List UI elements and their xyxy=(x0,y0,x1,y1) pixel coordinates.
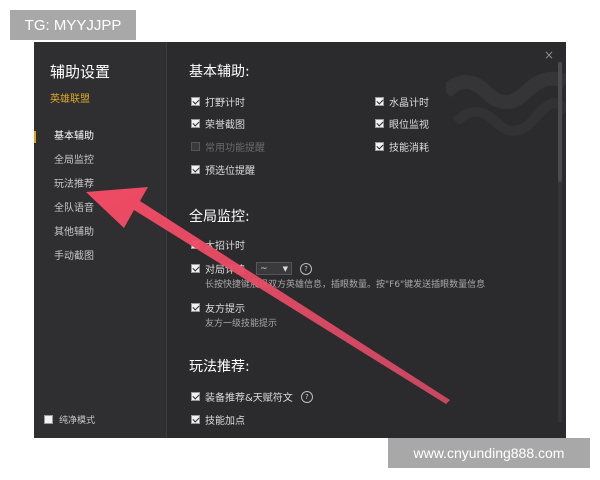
checkbox[interactable] xyxy=(375,119,384,128)
checkbox[interactable] xyxy=(191,97,200,106)
option-preselect-reminder[interactable]: 预选位提醒 xyxy=(191,162,255,177)
checkbox[interactable] xyxy=(191,240,200,249)
option-equip-recommend[interactable]: 装备推荐&天赋符文 ? xyxy=(191,389,313,404)
checkbox[interactable] xyxy=(191,392,200,401)
section-title-global: 全局监控: xyxy=(189,209,250,225)
scrollbar[interactable] xyxy=(558,62,562,422)
pure-mode-label: 纯净模式 xyxy=(59,416,96,426)
option-label: 友方提示 xyxy=(205,304,245,315)
option-label: 眼位监视 xyxy=(389,120,429,131)
hotkey-dropdown[interactable]: ~ ▼ xyxy=(256,262,292,275)
option-label: 预选位提醒 xyxy=(205,166,255,177)
help-icon[interactable]: ? xyxy=(300,390,313,403)
checkbox[interactable] xyxy=(191,264,200,273)
option-label: 对局详情 xyxy=(205,265,245,276)
game-name: 英雄联盟 xyxy=(50,94,90,105)
main-panel: × 基本辅助: 打野计时 荣誉截图 常用功能提醒 预选位提醒 水晶计时 眼位监视… xyxy=(167,42,566,438)
option-ward-monitor[interactable]: 眼位监视 xyxy=(375,116,429,131)
option-jungle-timer[interactable]: 打野计时 xyxy=(191,94,245,109)
decorative-wave xyxy=(446,71,566,136)
help-icon[interactable]: ? xyxy=(300,262,312,275)
option-label: 水晶计时 xyxy=(389,98,429,109)
option-label: 装备推荐&天赋符文 xyxy=(205,393,293,404)
pure-mode-checkbox[interactable] xyxy=(44,415,53,424)
checkbox[interactable] xyxy=(375,97,384,106)
checkbox[interactable] xyxy=(375,142,384,151)
option-label: 打野计时 xyxy=(205,98,245,109)
ally-tips-description: 友方一级技能提示 xyxy=(205,319,278,329)
section-title-basic: 基本辅助: xyxy=(189,64,250,80)
option-label: 技能消耗 xyxy=(389,143,429,154)
close-icon[interactable]: × xyxy=(544,48,554,62)
option-common-reminder[interactable]: 常用功能提醒 xyxy=(191,139,265,154)
option-skill-points[interactable]: 技能加点 xyxy=(191,412,245,427)
chevron-down-icon: ▼ xyxy=(282,264,288,273)
settings-window: 辅助设置 英雄联盟 基本辅助 全局监控 玩法推荐 全队语音 其他辅助 手动截图 … xyxy=(34,42,566,438)
option-ult-timer[interactable]: 大招计时 xyxy=(191,237,245,252)
watermark: www.cnyunding888.com xyxy=(388,438,590,468)
checkbox[interactable] xyxy=(191,303,200,312)
option-skill-cost[interactable]: 技能消耗 xyxy=(375,139,429,154)
sidebar-item-screenshot[interactable]: 手动截图 xyxy=(34,245,166,269)
checkbox[interactable] xyxy=(191,119,200,128)
option-crystal-timer[interactable]: 水晶计时 xyxy=(375,94,429,109)
sidebar-item-other[interactable]: 其他辅助 xyxy=(34,221,166,245)
tag-label: TG: MYYJJPP xyxy=(10,10,136,40)
pure-mode-toggle[interactable]: 纯净模式 xyxy=(44,413,95,426)
option-label: 技能加点 xyxy=(205,416,245,427)
option-honor-screenshot[interactable]: 荣誉截图 xyxy=(191,116,245,131)
checkbox[interactable] xyxy=(191,165,200,174)
checkbox[interactable] xyxy=(191,142,200,151)
option-match-details[interactable]: 对局详情 ~ ▼ ? xyxy=(191,261,312,276)
option-label: 常用功能提醒 xyxy=(205,143,265,154)
option-ally-tips[interactable]: 友方提示 xyxy=(191,300,245,315)
scrollbar-thumb[interactable] xyxy=(558,62,562,182)
checkbox[interactable] xyxy=(191,415,200,424)
sidebar-item-global-monitor[interactable]: 全局监控 xyxy=(34,149,166,173)
sidebar-item-play-recommend[interactable]: 玩法推荐 xyxy=(34,173,166,197)
sidebar-title: 辅助设置 xyxy=(50,63,111,81)
sidebar-nav: 基本辅助 全局监控 玩法推荐 全队语音 其他辅助 手动截图 xyxy=(34,125,166,269)
option-label: 荣誉截图 xyxy=(205,120,245,131)
match-details-description: 长按快捷键展现双方英雄信息，插眼数量。按"F6"键发送插眼数量信息 xyxy=(205,280,486,290)
sidebar: 辅助设置 英雄联盟 基本辅助 全局监控 玩法推荐 全队语音 其他辅助 手动截图 … xyxy=(34,42,167,438)
sidebar-item-basic[interactable]: 基本辅助 xyxy=(34,125,166,149)
section-title-play: 玩法推荐: xyxy=(189,359,250,375)
dropdown-value: ~ xyxy=(260,263,268,274)
option-label: 大招计时 xyxy=(205,241,245,252)
sidebar-item-team-voice[interactable]: 全队语音 xyxy=(34,197,166,221)
